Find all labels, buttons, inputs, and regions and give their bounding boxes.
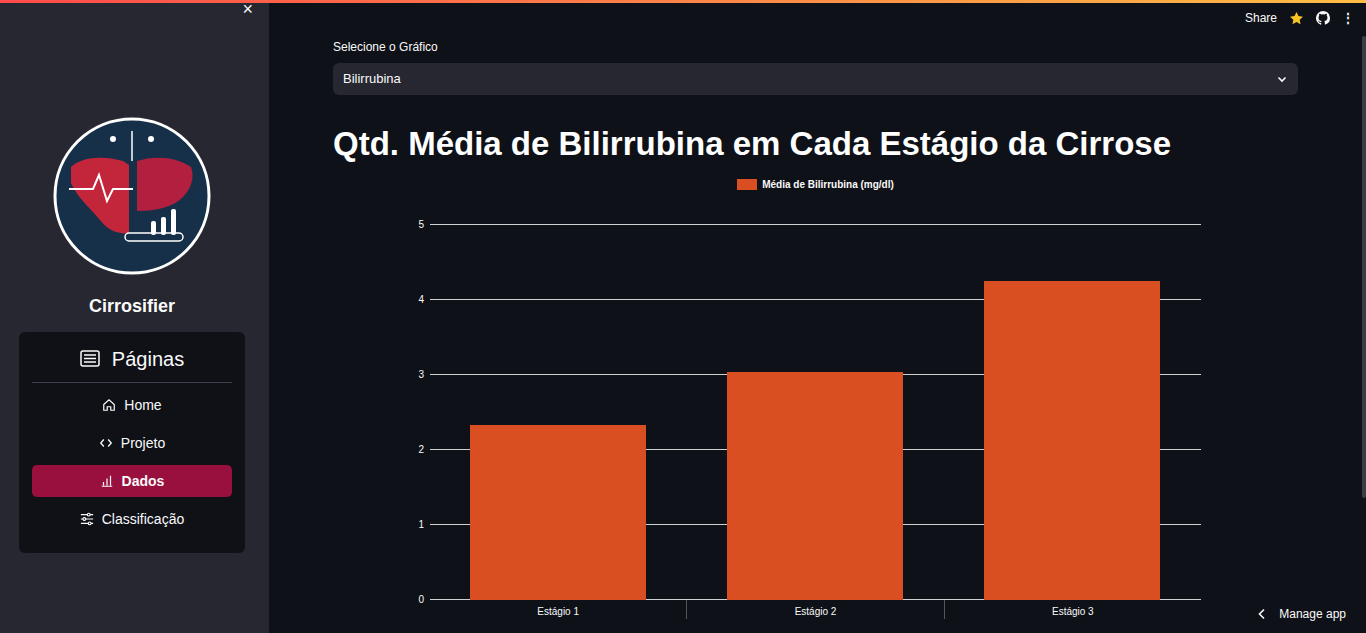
bar-slot [430, 225, 687, 600]
y-tick-label: 1 [418, 520, 424, 530]
top-decoration [0, 0, 1366, 3]
chart-legend[interactable]: Média de Bilirrubina (mg/dl) [333, 177, 1298, 192]
bar-slot [687, 225, 944, 600]
y-tick-label: 3 [418, 370, 424, 380]
plot-area [430, 225, 1201, 600]
star-icon[interactable] [1289, 11, 1304, 26]
sidebar-item[interactable]: Projeto [32, 427, 232, 459]
plot: Estágio 1Estágio 2Estágio 3 [430, 225, 1201, 619]
x-axis: Estágio 1Estágio 2Estágio 3 [430, 600, 1201, 619]
sidebar-item[interactable]: Classificação [32, 503, 232, 535]
chevron-down-icon [1276, 73, 1288, 85]
y-tick-label: 2 [418, 445, 424, 455]
chevron-left-icon [1257, 608, 1267, 620]
home-icon [102, 398, 116, 412]
bars [430, 225, 1201, 600]
menu-header: Páginas [32, 344, 232, 383]
legend-swatch [737, 179, 757, 190]
select-value: Bilirrubina [343, 69, 401, 89]
sidebar-item[interactable]: Dados [32, 465, 232, 497]
app-name: Cirrosifier [89, 293, 175, 320]
bar-chart: 012345Estágio 1Estágio 2Estágio 3 [333, 225, 1298, 619]
sidebar-item-label: Projeto [121, 433, 165, 454]
github-icon[interactable] [1316, 11, 1330, 25]
bar[interactable] [470, 425, 647, 600]
select-label: Selecione o Gráfico [333, 38, 1298, 56]
x-axis-label: Estágio 2 [686, 600, 943, 619]
y-axis: 012345 [333, 225, 430, 600]
page-menu: Páginas Home Projeto Dados Classificação [19, 332, 245, 553]
bar[interactable] [727, 372, 904, 600]
menu-title: Páginas [112, 344, 184, 374]
sidebar-item-label: Dados [122, 471, 165, 492]
y-tick-label: 5 [418, 220, 424, 230]
scrollbar[interactable] [1362, 36, 1366, 498]
sliders-icon [80, 512, 94, 526]
main-content: Share ⋮ Selecione o Gráfico Bilirrubina Qtd.… [269, 0, 1366, 633]
app-shell: ×CirrosifierPáginasHomeProjetoDadosClass… [0, 0, 1366, 633]
sidebar-item-label: Classificação [102, 509, 184, 530]
y-tick-label: 0 [418, 595, 424, 605]
manage-app-label: Manage app [1279, 605, 1346, 623]
menu-list-icon [80, 350, 100, 368]
grid-line [430, 224, 1201, 225]
manage-app-button[interactable]: Manage app [1255, 603, 1348, 625]
legend-label: Média de Bilirrubina (mg/dl) [762, 177, 894, 192]
code-icon [99, 436, 113, 450]
sidebar-item[interactable]: Home [32, 389, 232, 421]
chart-icon [100, 474, 114, 488]
chart-select[interactable]: Bilirrubina [333, 63, 1298, 95]
sidebar-item-label: Home [124, 395, 161, 416]
x-axis-label: Estágio 3 [944, 600, 1201, 619]
x-axis-label: Estágio 1 [430, 600, 686, 619]
bar-slot [944, 225, 1201, 600]
bar[interactable] [984, 281, 1161, 600]
sidebar: ×CirrosifierPáginasHomeProjetoDadosClass… [0, 0, 269, 633]
toolbar: Share ⋮ [1245, 9, 1354, 27]
chart-title: Qtd. Média de Bilirrubina em Cada Estági… [333, 125, 1298, 163]
share-button[interactable]: Share [1245, 9, 1277, 27]
y-tick-label: 4 [418, 295, 424, 305]
logo-icon [53, 117, 211, 275]
more-menu-button[interactable]: ⋮ [1342, 9, 1354, 27]
